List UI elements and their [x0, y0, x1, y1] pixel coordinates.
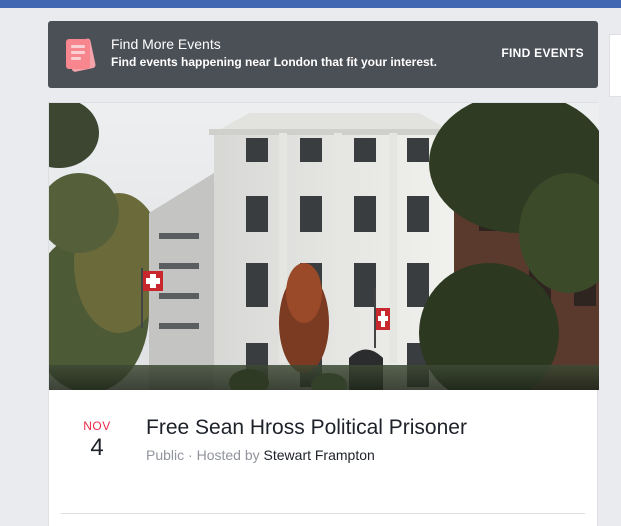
- banner-subtitle: Find events happening near London that f…: [111, 55, 438, 69]
- top-nav-bar: [0, 0, 621, 8]
- find-more-events-banner[interactable]: Find More Events Find events happening n…: [48, 21, 598, 88]
- event-month: NOV: [83, 419, 111, 433]
- adjacent-panel-edge: [609, 34, 621, 97]
- ticket-icon: [66, 38, 96, 72]
- event-date: NOV 4: [67, 419, 127, 463]
- find-events-button[interactable]: FIND EVENTS: [501, 46, 584, 60]
- event-card: NOV 4 Free Sean Hross Political Prisoner…: [48, 102, 599, 526]
- host-link[interactable]: Stewart Frampton: [264, 447, 375, 463]
- card-divider: [61, 513, 585, 514]
- meta-separator: ·: [184, 447, 197, 463]
- event-cover-photo[interactable]: [49, 103, 599, 390]
- event-title-link[interactable]: Free Sean Hross Political Prisoner: [146, 414, 467, 442]
- hosted-by-label: Hosted by: [196, 447, 264, 463]
- event-day: 4: [90, 434, 104, 461]
- banner-title: Find More Events: [111, 36, 221, 52]
- event-privacy: Public: [146, 447, 185, 463]
- event-meta: Public · Hosted by Stewart Frampton: [146, 446, 375, 464]
